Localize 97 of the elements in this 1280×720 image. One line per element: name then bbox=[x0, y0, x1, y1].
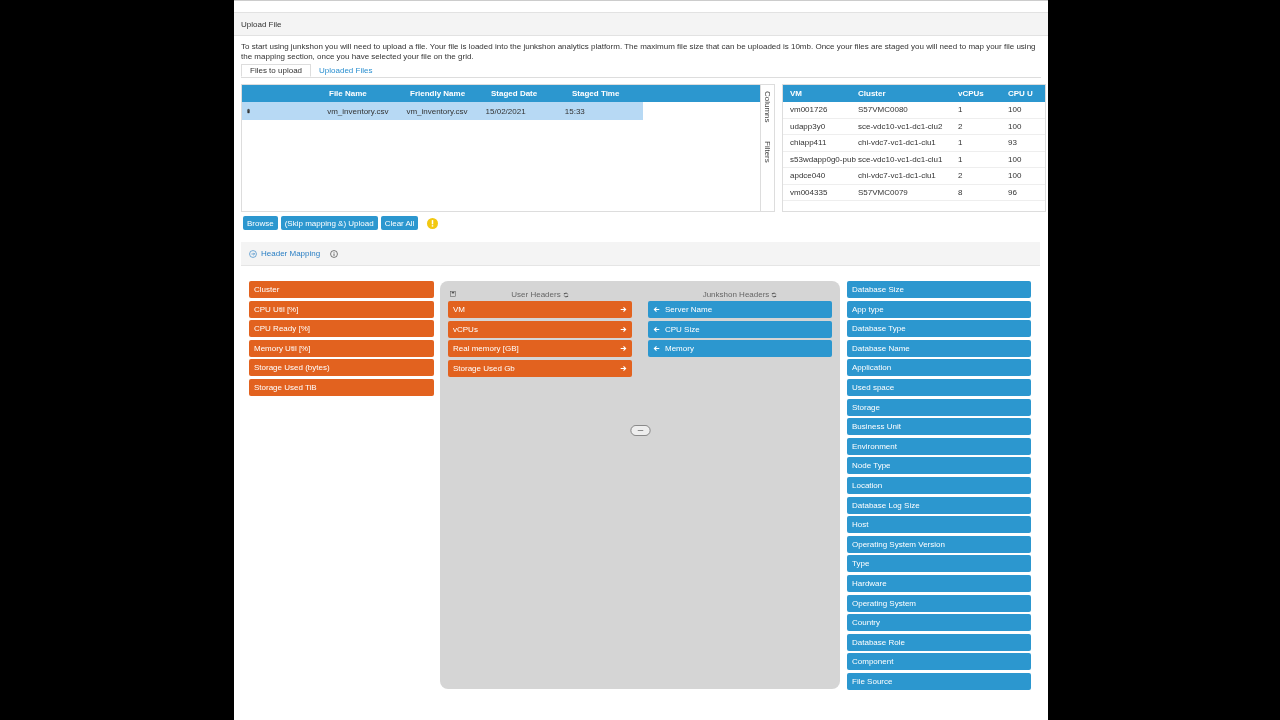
user-header-chip[interactable]: Storage Used (bytes) bbox=[249, 359, 434, 377]
refresh-icon bbox=[562, 291, 569, 298]
column-header: vCPUs bbox=[958, 89, 985, 98]
junkshon-header-chip[interactable]: Database Type bbox=[847, 320, 1031, 338]
user-header-chip[interactable]: vCPUs bbox=[448, 320, 632, 338]
table-cell-text: vm001726 bbox=[790, 105, 829, 115]
table-cell-text: chi-vdc7-vc1-dc1-clu1 bbox=[858, 138, 937, 148]
table-cell-text: apdce040 bbox=[790, 171, 827, 181]
table-cell-text: 100 bbox=[1008, 121, 1023, 131]
right-arrow-icon bbox=[620, 364, 627, 372]
column-header: CPU U bbox=[1008, 89, 1034, 98]
table-cell-text: 2 bbox=[958, 171, 964, 181]
junkshon-header-chip[interactable]: Memory bbox=[648, 340, 832, 358]
junkshon-header-chip[interactable]: Server Name bbox=[648, 301, 832, 318]
user-header-chip[interactable]: CPU Util [%] bbox=[249, 300, 434, 318]
junkshon-header-chip[interactable]: Operating System Version bbox=[847, 535, 1031, 553]
column-header: Staged Date bbox=[490, 89, 539, 98]
column-header: Staged Time bbox=[571, 89, 621, 98]
junkshon-header-chip[interactable]: Environment bbox=[847, 437, 1031, 455]
user-header-chip[interactable]: Storage Used Gb bbox=[448, 359, 632, 377]
junkshon-header-chip[interactable]: Country bbox=[847, 614, 1031, 632]
right-arrow-icon bbox=[620, 345, 627, 353]
table-cell-text: vm004335 bbox=[790, 187, 829, 197]
junkshon-header-chip[interactable]: Host bbox=[847, 516, 1031, 534]
junkshon-header-chip[interactable]: Database Log Size bbox=[847, 496, 1031, 514]
table-cell-text: 1 bbox=[958, 138, 964, 148]
user-header-chip[interactable]: Memory Util [%] bbox=[249, 339, 434, 357]
junkshon-header-chip[interactable]: Business Unit bbox=[847, 418, 1031, 436]
table-cell-text: 100 bbox=[1008, 105, 1023, 115]
junkshon-header-chip[interactable]: Hardware bbox=[847, 574, 1031, 592]
junkshon-header-chip[interactable]: Storage bbox=[847, 398, 1031, 416]
junkshon-header-chip[interactable]: Component bbox=[847, 653, 1031, 671]
section-title[interactable]: Header Mapping bbox=[261, 249, 321, 258]
left-arrow-icon bbox=[653, 325, 660, 333]
table-cell-text: 100 bbox=[1008, 154, 1023, 164]
left-arrow-icon bbox=[653, 345, 660, 353]
junkshon-header-chip[interactable]: File Source bbox=[847, 672, 1031, 690]
junkshon-header-chip[interactable]: Database Name bbox=[847, 339, 1031, 357]
junkshon-header-chip[interactable]: Database Size bbox=[847, 281, 1031, 298]
table-row[interactable]: vm_inventory.csv vm_inventory.csv 15/02/2021 15:33 bbox=[242, 102, 643, 120]
table-cell-text: chi-vdc7-vc1-dc1-clu1 bbox=[858, 171, 937, 181]
column-heading: User Headers bbox=[511, 290, 561, 299]
column-header: File Name bbox=[328, 89, 368, 98]
table-cell-text: 1 bbox=[958, 154, 964, 164]
table-cell-text: udapp3y0 bbox=[790, 121, 827, 131]
panel-title: Upload File bbox=[241, 19, 282, 29]
left-arrow-icon bbox=[653, 306, 660, 313]
junkshon-header-chip[interactable]: Application bbox=[847, 359, 1031, 377]
junkshon-header-chip[interactable]: App type bbox=[847, 300, 1031, 318]
column-header: Cluster bbox=[858, 89, 887, 98]
column-header: VM bbox=[790, 89, 803, 98]
table-cell-text: s53wdapp0g0-pub bbox=[790, 154, 857, 164]
tab[interactable]: Files to upload bbox=[241, 64, 312, 77]
right-arrow-icon bbox=[620, 325, 627, 333]
table-cell-text: 15/02/2021 bbox=[484, 106, 527, 116]
refresh-icon bbox=[771, 291, 778, 298]
junkshon-header-chip[interactable]: CPU Size bbox=[648, 320, 832, 338]
column-heading: Junkshon Headers bbox=[702, 290, 770, 299]
table-cell-text: S57VMC0080 bbox=[858, 105, 909, 115]
junkshon-header-chip[interactable]: Operating System bbox=[847, 594, 1031, 612]
side-panel-tab[interactable]: Filters bbox=[763, 140, 772, 163]
right-arrow-icon bbox=[620, 306, 627, 313]
action-button[interactable]: (Skip mapping &) Upload bbox=[280, 216, 378, 230]
junkshon-header-chip[interactable]: Location bbox=[847, 476, 1031, 494]
table-cell-text: 8 bbox=[958, 187, 964, 197]
column-header: Friendly Name bbox=[409, 89, 467, 98]
user-header-chip[interactable]: Storage Used TiB bbox=[249, 378, 434, 396]
junkshon-header-chip[interactable]: Database Role bbox=[847, 633, 1031, 651]
table-cell-text: 96 bbox=[1008, 187, 1018, 197]
table-cell-text: 1 bbox=[958, 105, 964, 115]
table-cell-text: vm_inventory.csv bbox=[405, 106, 469, 116]
tab[interactable]: Uploaded Files bbox=[311, 64, 381, 77]
side-panel-tab[interactable]: Columns bbox=[763, 91, 772, 123]
junkshon-header-chip[interactable]: Used space bbox=[847, 378, 1031, 396]
table-cell-text: 100 bbox=[1008, 171, 1023, 181]
info-icon bbox=[427, 217, 439, 229]
action-button[interactable]: Browse bbox=[243, 216, 278, 230]
table-cell-text: 15:33 bbox=[563, 106, 586, 116]
junkshon-header-chip[interactable]: Node Type bbox=[847, 457, 1031, 475]
user-header-chip[interactable]: CPU Ready [%] bbox=[249, 320, 434, 338]
arrow-circle-icon bbox=[249, 249, 257, 258]
table-cell-text: sce-vdc10-vc1-dc1-clu2 bbox=[858, 121, 944, 131]
table-cell-text: 93 bbox=[1008, 138, 1018, 148]
user-header-chip[interactable]: Real memory [GB] bbox=[448, 340, 632, 358]
table-cell-text: vm_inventory.csv bbox=[326, 106, 390, 116]
user-header-chip[interactable]: Cluster bbox=[249, 281, 434, 298]
action-button[interactable]: Clear All bbox=[380, 216, 419, 230]
junkshon-header-chip[interactable]: Type bbox=[847, 555, 1031, 573]
info-icon bbox=[330, 249, 339, 258]
table-cell-text: chiapp411 bbox=[790, 138, 828, 148]
table-cell-text: S57VMC0079 bbox=[858, 187, 909, 197]
user-header-chip[interactable]: VM bbox=[448, 301, 632, 318]
description-text: To start using junkshon you will need to upload a file. Your file is loaded into the junkshon analytics platform. The maximum file size that can be uploaded is 10mb. Once your files are staged you will need to map your file using the mapping section, once you have selected your file on the grid. bbox=[241, 42, 1037, 62]
table-cell-text: 2 bbox=[958, 121, 964, 131]
minus-pill-icon bbox=[630, 425, 651, 436]
save-icon bbox=[450, 291, 456, 297]
table-cell-text: sce-vdc10-vc1-dc1-clu1 bbox=[858, 154, 944, 164]
